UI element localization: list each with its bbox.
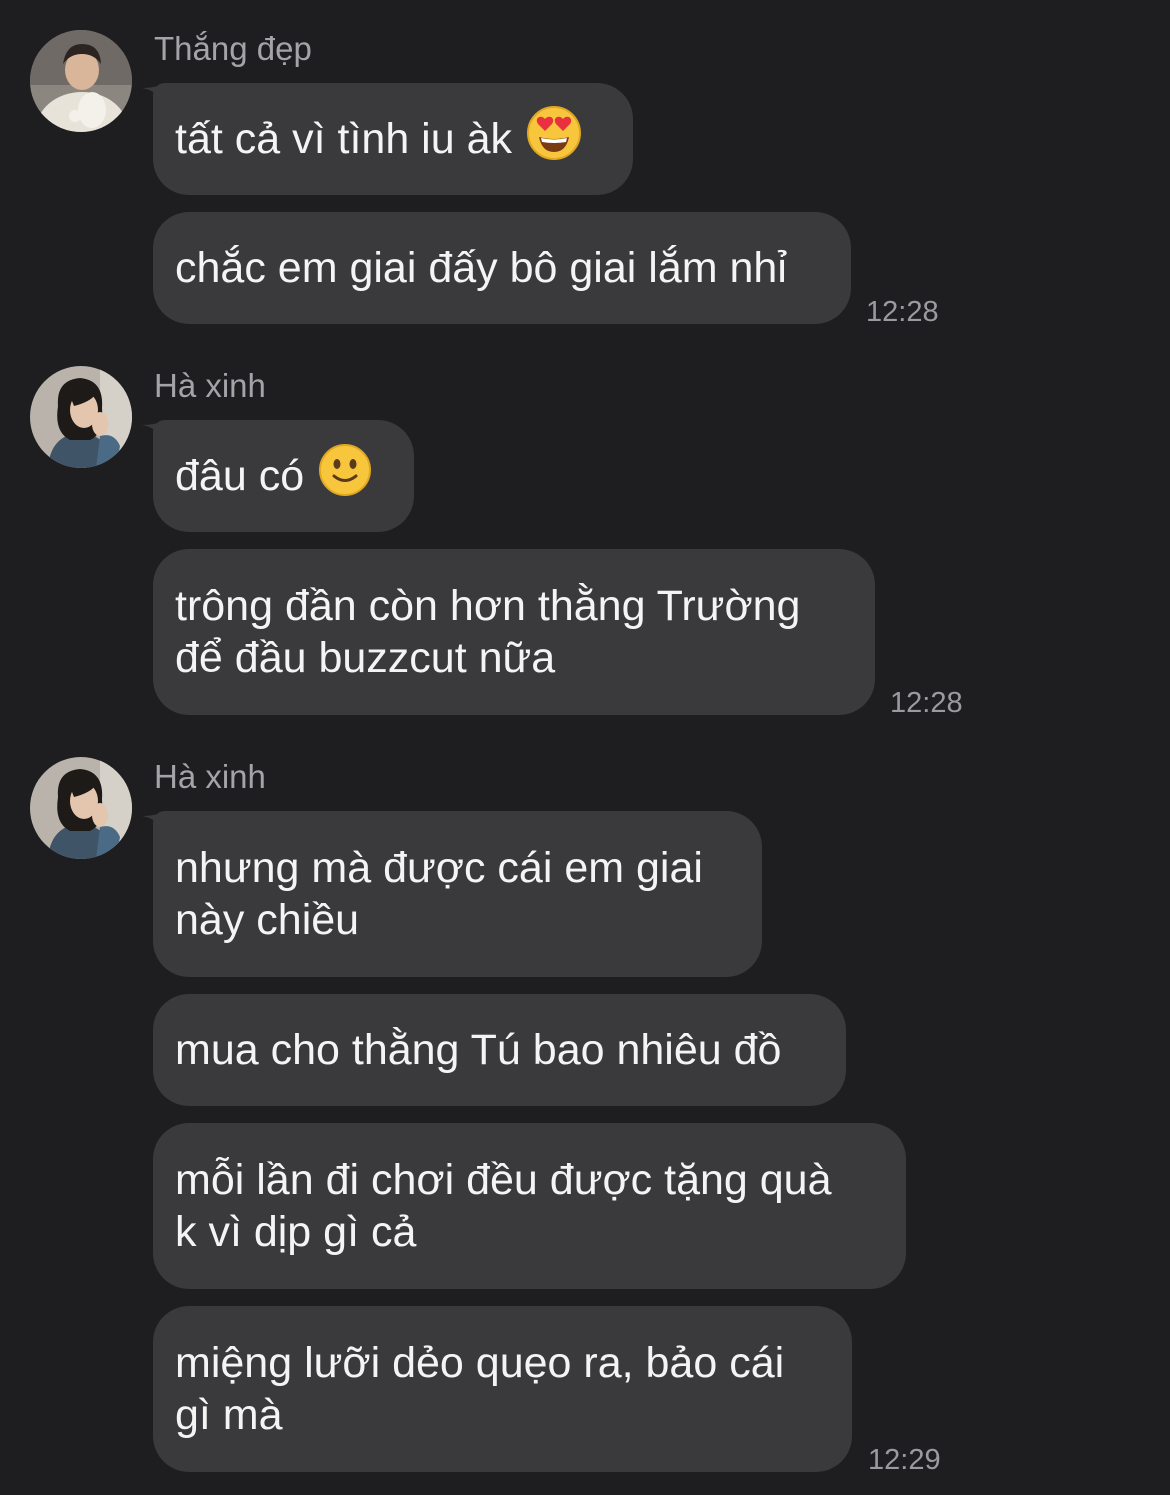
message-bubble[interactable]: trông đần còn hơn thằng Trường để đầu bu… bbox=[153, 549, 875, 715]
avatar-thang[interactable] bbox=[30, 30, 132, 132]
message-text: đâu có bbox=[175, 452, 305, 500]
message-bubble[interactable]: tất cả vì tình iu àk bbox=[153, 83, 633, 195]
message-timestamp: 12:28 bbox=[890, 687, 963, 719]
avatar-ha[interactable] bbox=[30, 366, 132, 468]
slight-smile-emoji bbox=[318, 443, 372, 509]
sender-name: Hà xinh bbox=[154, 367, 266, 404]
heart-eyes-emoji bbox=[526, 105, 582, 173]
message-text: chắc em giai đấy bô giai lắm nhỉ bbox=[175, 244, 787, 292]
sender-name: Hà xinh bbox=[154, 758, 266, 795]
message-timestamp: 12:28 bbox=[866, 296, 939, 328]
message-text: miệng lưỡi dẻo quẹo ra, bảo cái gì mà bbox=[175, 1339, 785, 1439]
avatar-ha[interactable] bbox=[30, 757, 132, 859]
chat-thread: Thắng đẹp tất cả vì tình iu àk chắc em g… bbox=[0, 0, 1170, 1495]
message-bubble[interactable]: mỗi lần đi chơi đều được tặng quà k vì d… bbox=[153, 1123, 906, 1289]
message-timestamp: 12:29 bbox=[868, 1444, 941, 1476]
message-text: trông đần còn hơn thằng Trường để đầu bu… bbox=[175, 582, 801, 682]
message-bubble[interactable]: nhưng mà được cái em giai này chiều bbox=[153, 811, 762, 977]
message-text: nhưng mà được cái em giai này chiều bbox=[175, 844, 703, 944]
message-bubble[interactable]: chắc em giai đấy bô giai lắm nhỉ bbox=[153, 212, 851, 324]
message-bubble[interactable]: miệng lưỡi dẻo quẹo ra, bảo cái gì mà bbox=[153, 1306, 852, 1472]
sender-name: Thắng đẹp bbox=[154, 30, 312, 67]
message-text: mỗi lần đi chơi đều được tặng quà k vì d… bbox=[175, 1156, 832, 1256]
message-bubble[interactable]: mua cho thằng Tú bao nhiêu đồ bbox=[153, 994, 846, 1106]
message-text: tất cả vì tình iu àk bbox=[175, 115, 513, 163]
message-text: mua cho thằng Tú bao nhiêu đồ bbox=[175, 1026, 782, 1074]
message-bubble[interactable]: đâu có bbox=[153, 420, 414, 532]
